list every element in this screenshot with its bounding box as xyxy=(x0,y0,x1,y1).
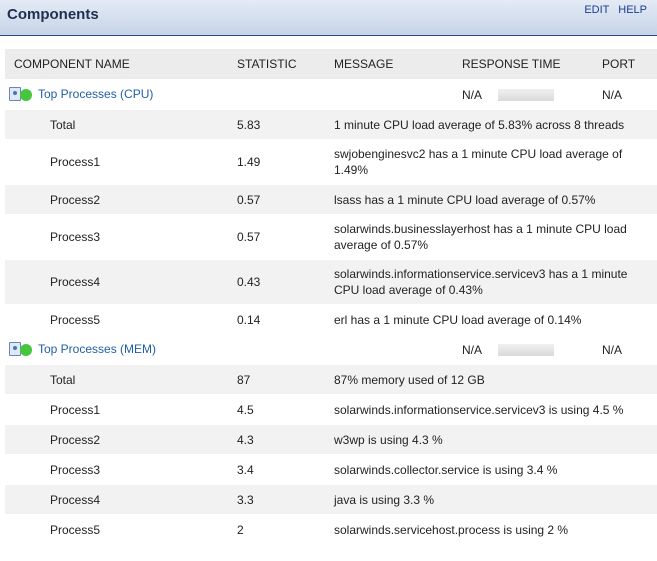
response-time-cell: N/A xyxy=(462,79,602,110)
column-header-port[interactable]: PORT xyxy=(602,49,657,80)
port-cell: N/A xyxy=(602,334,657,365)
component-group-row: Top Processes (MEM) N/A N/A xyxy=(5,334,657,365)
message-cell: solarwinds.informationservice.servicev3 … xyxy=(334,259,657,305)
component-name-cell: Total xyxy=(5,364,237,395)
component-name-cell: Process2 xyxy=(5,424,237,455)
component-status-icon xyxy=(9,86,36,103)
statistic-cell: 4.5 xyxy=(237,394,334,425)
table-row: Process1 4.5 solarwinds.informationservice… xyxy=(5,394,657,425)
message-cell: solarwinds.servicehost.process is using … xyxy=(334,514,657,545)
table-body: Top Processes (CPU) N/A N/A Total 5.83 1 minu… xyxy=(5,79,657,545)
statistic-cell: 3.3 xyxy=(237,484,334,515)
statistic-cell: 1.49 xyxy=(237,139,334,185)
statistic-cell: 2 xyxy=(237,514,334,545)
table-row: Process3 3.4 solarwinds.collector.service … xyxy=(5,454,657,485)
message-cell: swjobenginesvc2 has a 1 minute CPU load … xyxy=(334,139,657,185)
table-row: Total 87 87% memory used of 12 GB xyxy=(5,364,657,395)
component-group-cell: Top Processes (CPU) xyxy=(5,79,462,110)
table-row: Process3 0.57 solarwinds.businesslayerhost… xyxy=(5,214,657,260)
response-time-value: N/A xyxy=(462,342,483,357)
response-time-bar xyxy=(498,89,555,102)
response-time-bar xyxy=(498,344,555,357)
response-time-cell: N/A xyxy=(462,334,602,365)
message-cell: solarwinds.businesslayerhost has a 1 min… xyxy=(334,214,657,260)
component-name-cell: Process1 xyxy=(5,139,237,185)
component-name-cell: Process2 xyxy=(5,184,237,215)
message-cell: lsass has a 1 minute CPU load average of… xyxy=(334,184,657,215)
statistic-cell: 4.3 xyxy=(237,424,334,455)
component-name-cell: Process5 xyxy=(5,304,237,335)
message-cell: java is using 3.3 % xyxy=(334,484,657,515)
table-row: Process1 1.49 swjobenginesvc2 has a 1 minu… xyxy=(5,139,657,185)
column-header-statistic[interactable]: STATISTIC xyxy=(237,49,334,80)
table-row: Process5 2 solarwinds.servicehost.process … xyxy=(5,514,657,545)
statistic-cell: 5.83 xyxy=(237,109,334,140)
message-cell: 1 minute CPU load average of 5.83% acros… xyxy=(334,109,657,140)
component-name-cell: Process3 xyxy=(5,214,237,260)
panel-header: Components EDIT HELP xyxy=(0,0,657,36)
help-link[interactable]: HELP xyxy=(618,4,647,16)
table-row: Process4 0.43 solarwinds.informationservic… xyxy=(5,259,657,305)
statistic-cell: 0.57 xyxy=(237,214,334,260)
message-cell: 87% memory used of 12 GB xyxy=(334,364,657,395)
component-name-cell: Process4 xyxy=(5,484,237,515)
header-links: EDIT HELP xyxy=(578,4,647,16)
response-time-value: N/A xyxy=(462,87,483,102)
message-cell: w3wp is using 4.3 % xyxy=(334,424,657,455)
component-group-cell: Top Processes (MEM) xyxy=(5,334,462,365)
statistic-cell: 0.57 xyxy=(237,184,334,215)
component-group-link[interactable]: Top Processes (MEM) xyxy=(38,342,156,356)
statistic-cell: 0.43 xyxy=(237,259,334,305)
component-group-link[interactable]: Top Processes (CPU) xyxy=(38,87,153,101)
edit-link[interactable]: EDIT xyxy=(584,4,609,16)
table-row: Process2 4.3 w3wp is using 4.3 % xyxy=(5,424,657,455)
component-name-cell: Total xyxy=(5,109,237,140)
panel-title: Components xyxy=(7,6,99,23)
component-status-icon xyxy=(9,341,36,358)
table-header-row: COMPONENT NAME STATISTIC MESSAGE RESPONS… xyxy=(5,49,657,80)
statistic-cell: 87 xyxy=(237,364,334,395)
column-header-response-time[interactable]: RESPONSE TIME xyxy=(462,49,602,80)
components-table: COMPONENT NAME STATISTIC MESSAGE RESPONS… xyxy=(5,49,657,545)
component-name-cell: Process3 xyxy=(5,454,237,485)
table-row: Total 5.83 1 minute CPU load average of 5.… xyxy=(5,109,657,140)
component-name-cell: Process1 xyxy=(5,394,237,425)
port-cell: N/A xyxy=(602,79,657,110)
statistic-cell: 0.14 xyxy=(237,304,334,335)
message-cell: solarwinds.informationservice.servicev3 … xyxy=(334,394,657,425)
message-cell: erl has a 1 minute CPU load average of 0… xyxy=(334,304,657,335)
component-name-cell: Process5 xyxy=(5,514,237,545)
statistic-cell: 3.4 xyxy=(237,454,334,485)
message-cell: solarwinds.collector.service is using 3.… xyxy=(334,454,657,485)
column-header-component-name[interactable]: COMPONENT NAME xyxy=(5,49,237,80)
components-panel: Components EDIT HELP COMPONENT NAME STAT… xyxy=(0,0,657,561)
component-name-cell: Process4 xyxy=(5,259,237,305)
table-row: Process4 3.3 java is using 3.3 % xyxy=(5,484,657,515)
table-row: Process5 0.14 erl has a 1 minute CPU load … xyxy=(5,304,657,335)
column-header-message[interactable]: MESSAGE xyxy=(334,49,462,80)
component-group-row: Top Processes (CPU) N/A N/A xyxy=(5,79,657,110)
table-row: Process2 0.57 lsass has a 1 minute CPU loa… xyxy=(5,184,657,215)
